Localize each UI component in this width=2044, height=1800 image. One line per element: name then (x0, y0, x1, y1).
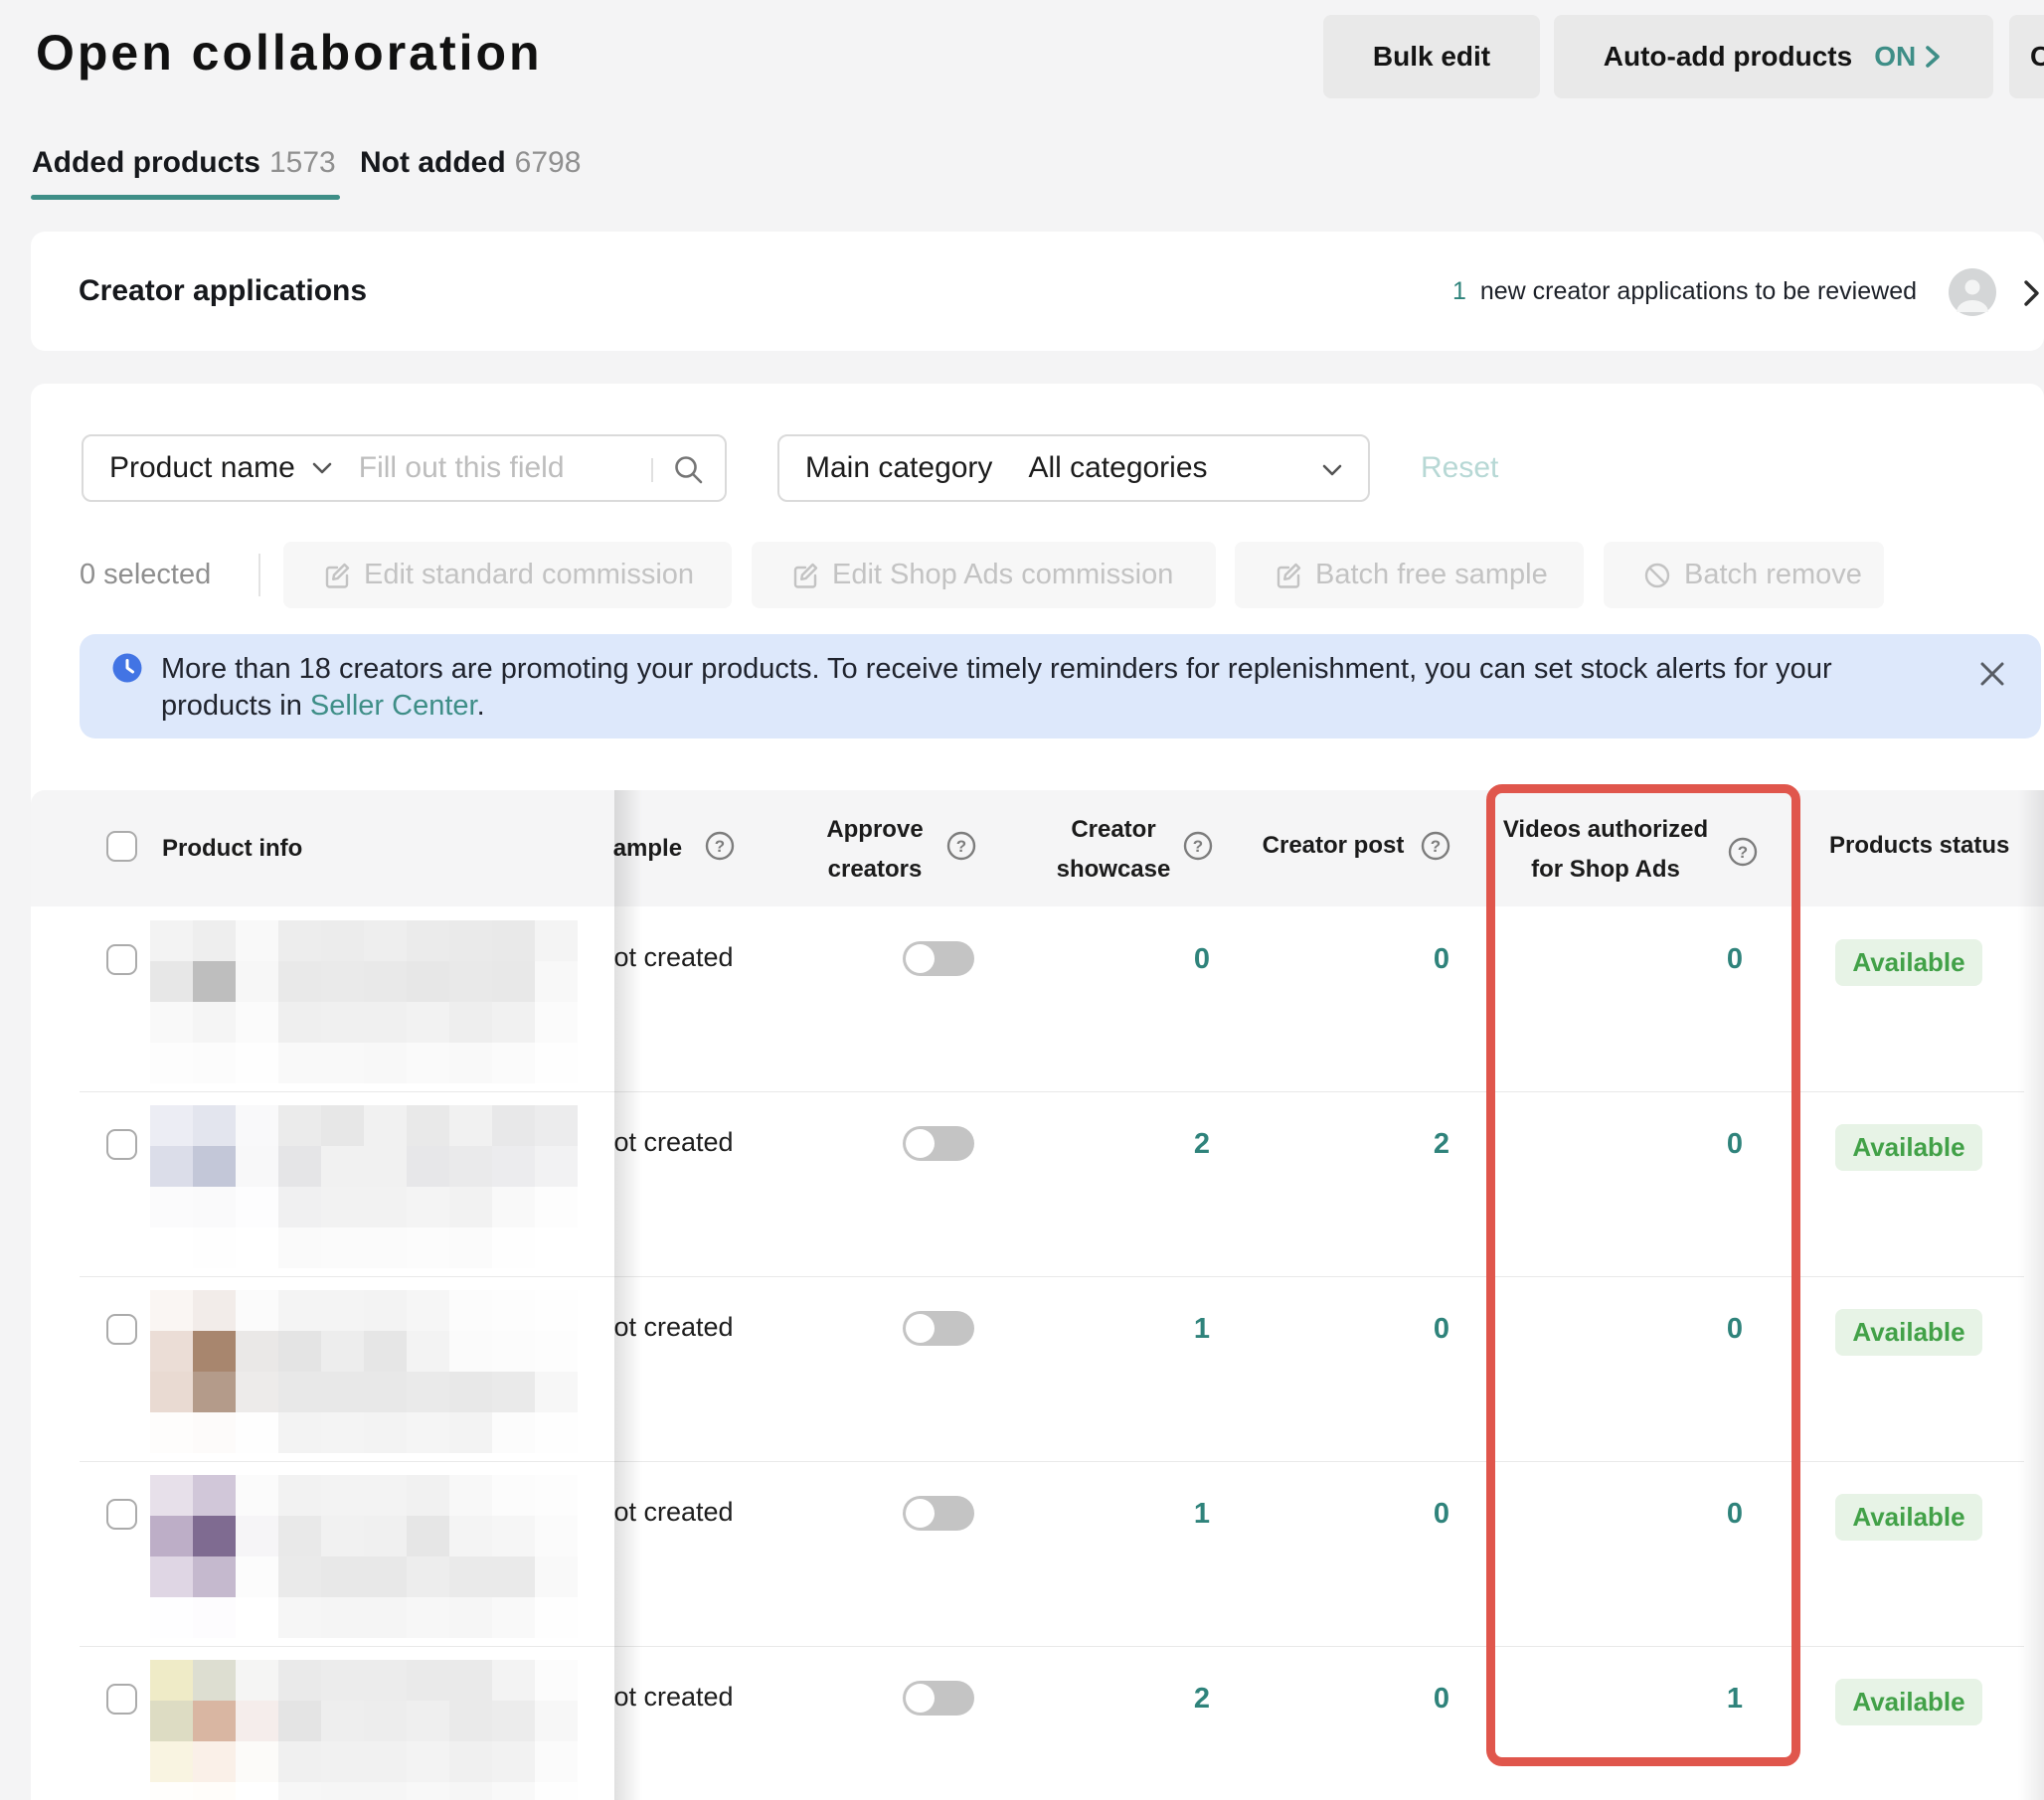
svg-text:?: ? (956, 837, 966, 856)
svg-text:?: ? (715, 837, 725, 856)
svg-text:?: ? (1193, 837, 1203, 856)
svg-text:?: ? (1431, 837, 1441, 856)
